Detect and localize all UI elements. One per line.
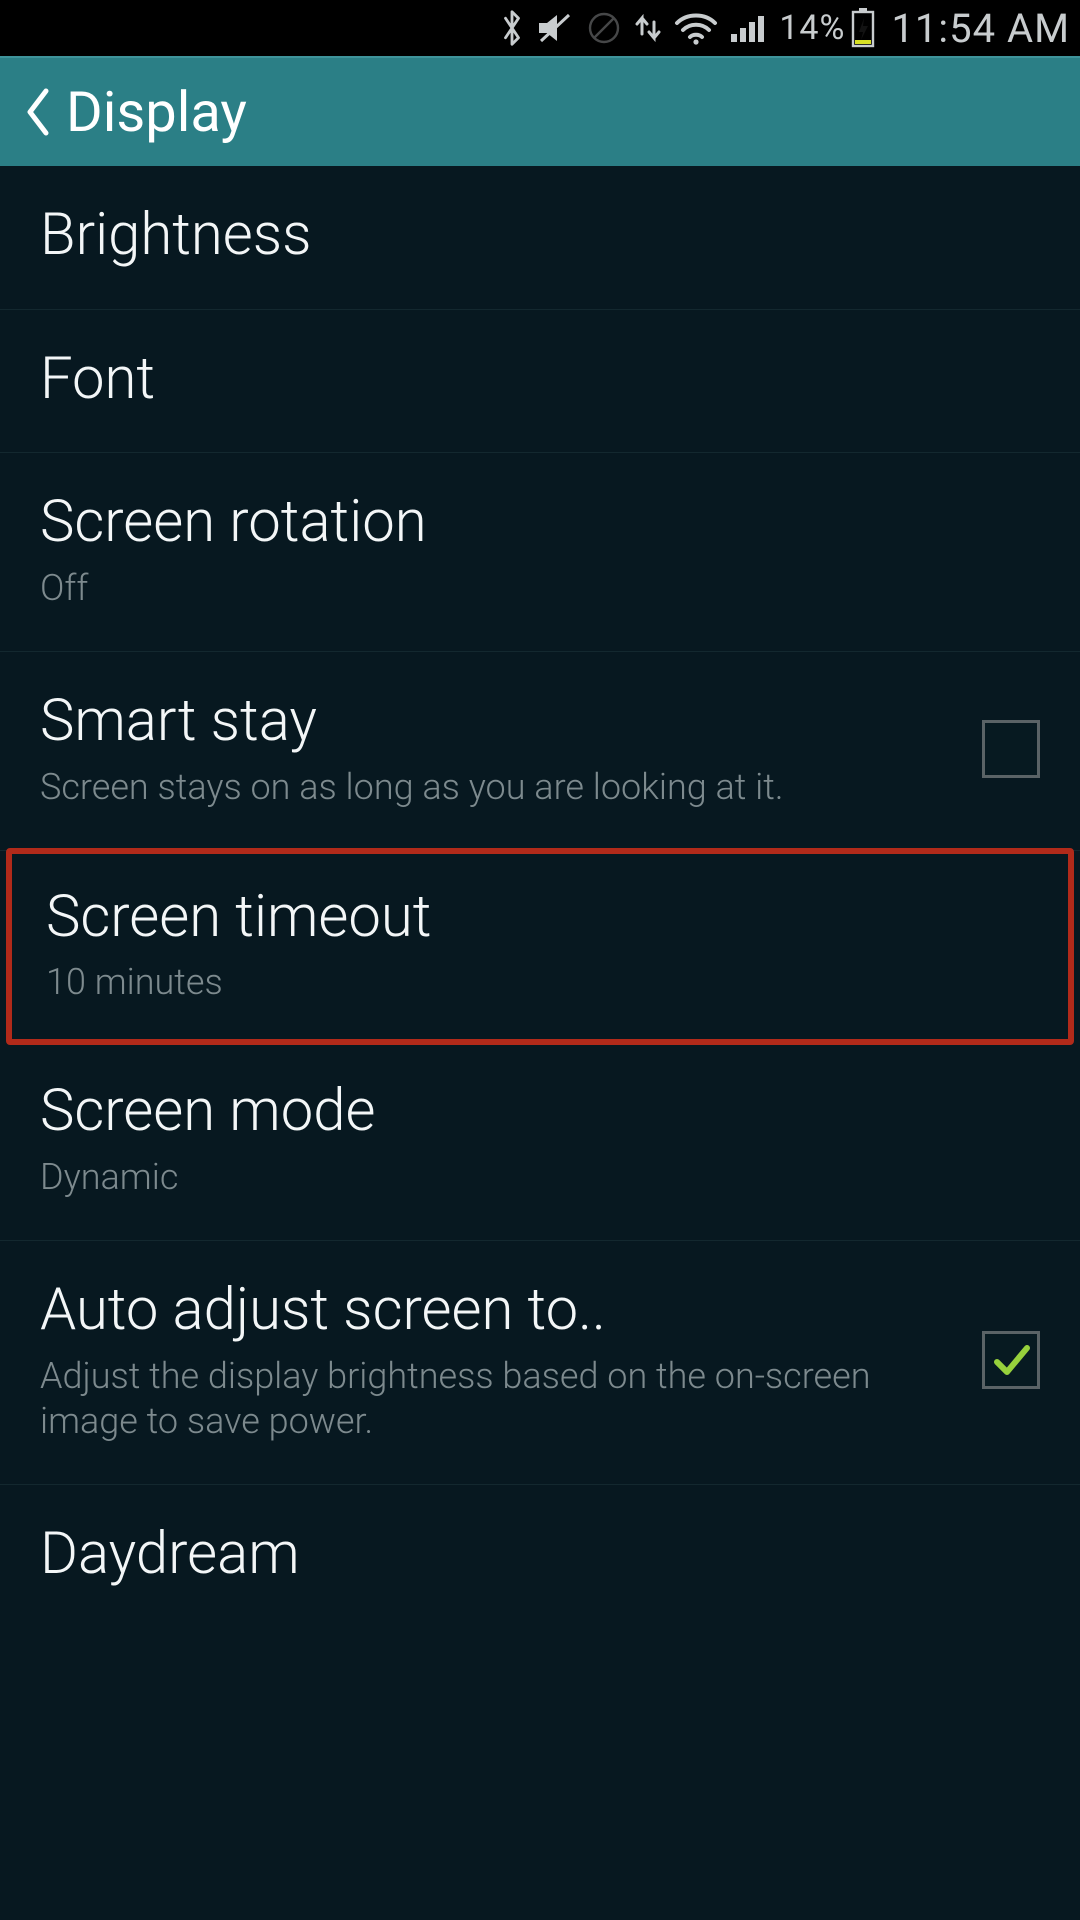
item-label: Brightness: [40, 202, 1040, 269]
item-label: Screen rotation: [40, 489, 1040, 556]
item-label: Font: [40, 346, 1040, 413]
checkmark-icon: [989, 1338, 1033, 1382]
battery-percent: 14%: [779, 8, 845, 48]
page-title: Display: [66, 79, 247, 145]
item-sub: Adjust the display brightness based on t…: [40, 1354, 962, 1444]
item-sub: Screen stays on as long as you are looki…: [40, 765, 962, 810]
item-screen-mode[interactable]: Screen mode Dynamic: [0, 1042, 1080, 1241]
status-bar: 14% 11:54 AM: [0, 0, 1080, 56]
item-font[interactable]: Font: [0, 310, 1080, 454]
item-screen-rotation[interactable]: Screen rotation Off: [0, 453, 1080, 652]
battery-icon: [851, 8, 875, 48]
data-arrows-icon: [633, 10, 663, 46]
item-label: Auto adjust screen to..: [40, 1277, 962, 1344]
auto-adjust-checkbox[interactable]: [982, 1331, 1040, 1389]
item-label: Daydream: [40, 1521, 1040, 1588]
item-brightness[interactable]: Brightness: [0, 166, 1080, 310]
item-smart-stay[interactable]: Smart stay Screen stays on as long as yo…: [0, 652, 1080, 851]
status-clock: 11:54 AM: [891, 5, 1070, 52]
item-sub: Dynamic: [40, 1155, 1040, 1200]
back-button[interactable]: [20, 85, 54, 139]
item-screen-timeout[interactable]: Screen timeout 10 minutes: [6, 848, 1074, 1046]
item-label: Screen mode: [40, 1078, 1040, 1145]
action-bar: Display: [0, 56, 1080, 166]
item-auto-adjust[interactable]: Auto adjust screen to.. Adjust the displ…: [0, 1241, 1080, 1485]
wifi-icon: [673, 11, 719, 45]
item-daydream[interactable]: Daydream: [0, 1485, 1080, 1588]
bluetooth-icon: [499, 8, 525, 48]
item-sub: 10 minutes: [46, 960, 1034, 1005]
sync-off-icon: [585, 9, 623, 47]
mute-icon: [535, 11, 575, 45]
smart-stay-checkbox[interactable]: [982, 720, 1040, 778]
item-label: Smart stay: [40, 688, 962, 755]
item-label: Screen timeout: [46, 884, 1034, 951]
settings-list: Brightness Font Screen rotation Off Smar…: [0, 166, 1080, 1588]
signal-icon: [729, 12, 769, 44]
item-sub: Off: [40, 566, 1040, 611]
battery-status: 14%: [779, 8, 875, 48]
